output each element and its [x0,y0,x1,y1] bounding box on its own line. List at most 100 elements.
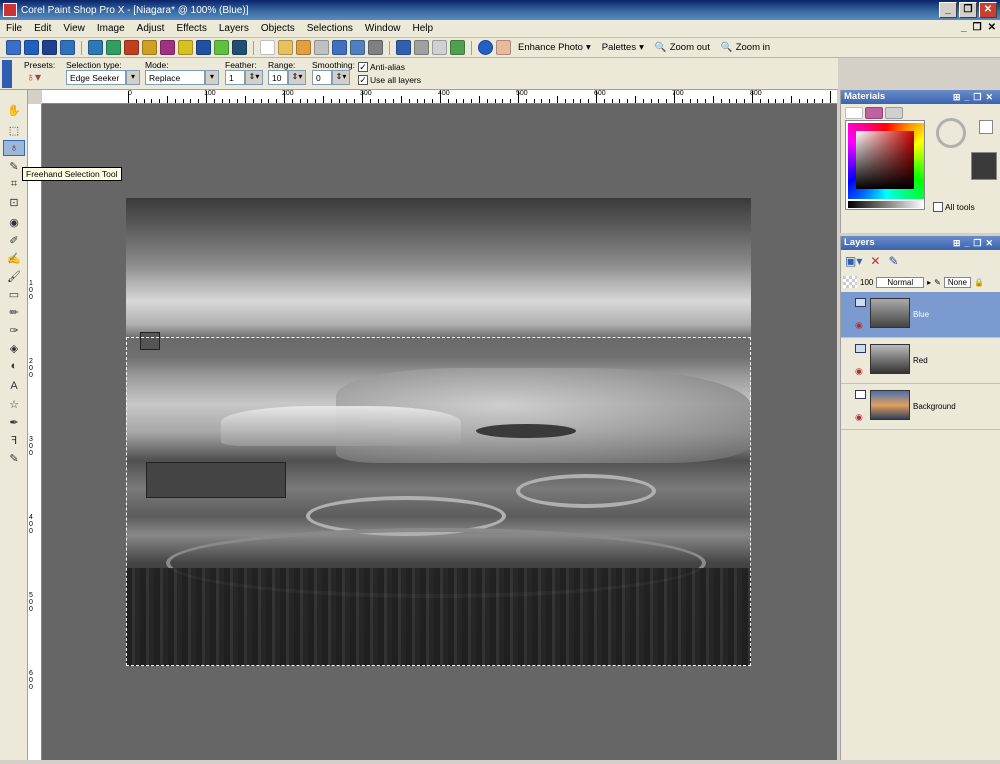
red-eye-tool-icon[interactable]: ◉ [3,214,25,230]
sun-icon[interactable] [142,40,157,55]
selection-type-select[interactable]: Edge Seeker [66,70,126,85]
one-step-fix-icon[interactable] [24,40,39,55]
browse-icon[interactable] [6,40,21,55]
menu-window[interactable]: Window [359,23,407,34]
close-button[interactable]: ✕ [979,2,997,18]
new-layer-icon[interactable]: ▣▾ [845,254,862,268]
drop-icon[interactable] [196,40,211,55]
globe-icon[interactable] [106,40,121,55]
redo-icon[interactable] [414,40,429,55]
smoothing-input[interactable]: 0 [312,70,332,85]
range-stepper[interactable]: ⇕▾ [288,70,306,85]
layer-row-background[interactable]: ◉ Background [841,384,1000,430]
pen-tool-icon[interactable]: ✒ [3,414,25,430]
doc-restore-button[interactable]: ❐ [973,22,982,33]
layer-row-red[interactable]: ◉ Red [841,338,1000,384]
image-canvas[interactable] [42,104,837,760]
niagara-photo[interactable] [126,198,751,666]
no-fill-icon[interactable] [936,118,966,148]
undo-icon[interactable] [396,40,411,55]
sparkle-icon[interactable] [178,40,193,55]
learning-icon[interactable] [496,40,511,55]
background-swatch[interactable] [979,120,993,134]
straighten-tool-icon[interactable]: ⊡ [3,194,25,210]
doc-minimize-button[interactable]: _ [961,22,967,33]
edit-selection-icon[interactable]: ✎ [888,254,898,268]
rainbow-tab-icon[interactable] [865,107,883,119]
pan-tool-icon[interactable]: ✋ [3,102,25,118]
maximize-button[interactable]: ❐ [959,2,977,18]
menu-adjust[interactable]: Adjust [131,23,171,34]
foreground-swatch[interactable] [971,152,997,180]
browse-folder-icon[interactable] [296,40,311,55]
range-input[interactable]: 10 [268,70,288,85]
anti-alias-checkbox[interactable]: ✓ Anti-alias [358,62,405,72]
new-file-icon[interactable] [260,40,275,55]
eraser-tool-icon[interactable]: ▭ [3,286,25,302]
dodge-tool-icon[interactable]: ✑ [3,322,25,338]
layers-header[interactable]: Layers ⊞_❐✕ [841,236,1000,250]
save-as-icon[interactable] [350,40,365,55]
visibility-eye-icon[interactable]: ◉ [855,366,863,377]
doc-close-button[interactable]: ✕ [988,22,996,33]
all-tools-checkbox[interactable]: All tools [933,202,975,212]
image-icon[interactable] [450,40,465,55]
burst-icon[interactable] [214,40,229,55]
art-media-icon[interactable]: ✎ [3,450,25,466]
smudge-tool-icon[interactable]: ✏ [3,304,25,320]
blend-dropdown[interactable]: ▸ [927,278,931,287]
preset-shape-icon[interactable]: ☆ [3,396,25,412]
zoom-out-button[interactable]: 🔍 Zoom out [651,42,714,53]
mode-select[interactable]: Replace [145,70,205,85]
recolor-tool-icon[interactable]: ◐ [3,358,25,374]
text-tool-icon[interactable]: A [3,378,25,394]
scan-icon[interactable] [314,40,329,55]
menu-image[interactable]: Image [91,23,131,34]
red-eye-icon[interactable] [42,40,57,55]
clone-brush-icon[interactable]: ✍ [3,250,25,266]
mask-select[interactable]: None [943,276,971,288]
opacity-value[interactable]: 100 [860,278,873,287]
sphere-icon[interactable] [88,40,103,55]
menu-help[interactable]: Help [406,23,439,34]
menu-selections[interactable]: Selections [301,23,359,34]
frame-tab-icon[interactable] [845,107,863,119]
resize-icon[interactable] [432,40,447,55]
use-all-layers-checkbox[interactable]: ✓ Use all layers [358,75,421,85]
blend-mode-select[interactable]: Normal [876,276,925,288]
pick-tool-icon[interactable]: ⬚ [3,122,25,138]
enhance-photo-button[interactable]: Enhance Photo ▾ [514,42,595,53]
feather-input[interactable]: 1 [225,70,245,85]
swatches-tab-icon[interactable] [885,107,903,119]
paint-brush-icon[interactable]: 🖌 [3,268,25,284]
mode-dropdown[interactable]: ▾ [205,70,219,85]
open-folder-icon[interactable] [278,40,293,55]
info-icon[interactable] [478,40,493,55]
color-picker[interactable] [845,120,925,210]
smoothing-stepper[interactable]: ⇕▾ [332,70,350,85]
warp-brush-icon[interactable]: ꟻ [3,432,25,448]
save-icon[interactable] [332,40,347,55]
photo-fix-icon[interactable] [60,40,75,55]
film-icon[interactable] [232,40,247,55]
minimize-button[interactable]: _ [939,2,957,18]
delete-layer-icon[interactable]: ✕ [870,254,880,268]
feather-stepper[interactable]: ⇕▾ [245,70,263,85]
palette-icon[interactable] [124,40,139,55]
fill-tool-icon[interactable]: ◈ [3,340,25,356]
selection-type-dropdown[interactable]: ▾ [126,70,140,85]
menu-objects[interactable]: Objects [255,23,301,34]
effect-icon[interactable] [160,40,175,55]
menu-file[interactable]: File [0,23,28,34]
print-icon[interactable] [368,40,383,55]
palettes-button[interactable]: Palettes ▾ [598,42,648,53]
lasso-preset-icon[interactable]: ♁▾ [26,70,41,84]
menu-effects[interactable]: Effects [170,23,212,34]
zoom-in-button[interactable]: 🔍 Zoom in [717,42,774,53]
layer-row-blue[interactable]: ◉ Blue [841,292,1000,338]
menu-edit[interactable]: Edit [28,23,57,34]
menu-layers[interactable]: Layers [213,23,255,34]
lock-icon[interactable]: 🔒 [974,278,984,287]
materials-header[interactable]: Materials ⊞_❐✕ [841,90,1000,104]
makeover-tool-icon[interactable]: ✐ [3,232,25,248]
